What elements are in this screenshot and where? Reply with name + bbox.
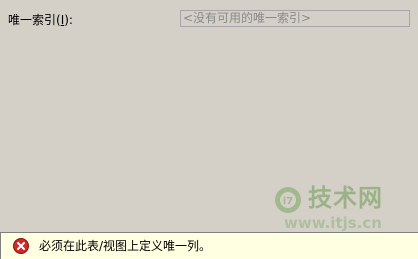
watermark-title: 技术网 xyxy=(308,184,383,212)
watermark-logo: i7 技术网 www.itjs.cn xyxy=(270,182,415,232)
dialog-panel: 唯一索引(I): <没有可用的唯一索引> i7 技术网 www.itjs.cn xyxy=(0,0,418,259)
unique-index-select[interactable]: <没有可用的唯一索引> xyxy=(180,10,410,27)
unique-index-label-text: 唯一索引 xyxy=(8,13,57,27)
error-icon xyxy=(13,238,29,254)
unique-index-selected-value: <没有可用的唯一索引> xyxy=(183,11,312,25)
watermark-mark: i7 xyxy=(283,196,293,207)
watermark-circle-icon: i7 xyxy=(275,187,301,213)
status-bar: 必须在此表/视图上定义唯一列。 xyxy=(0,232,418,259)
accelerator-close-paren: ): xyxy=(64,13,73,27)
watermark-url: www.itjs.cn xyxy=(284,214,382,232)
status-message: 必须在此表/视图上定义唯一列。 xyxy=(39,239,212,253)
unique-index-label: 唯一索引(I): xyxy=(8,12,73,28)
